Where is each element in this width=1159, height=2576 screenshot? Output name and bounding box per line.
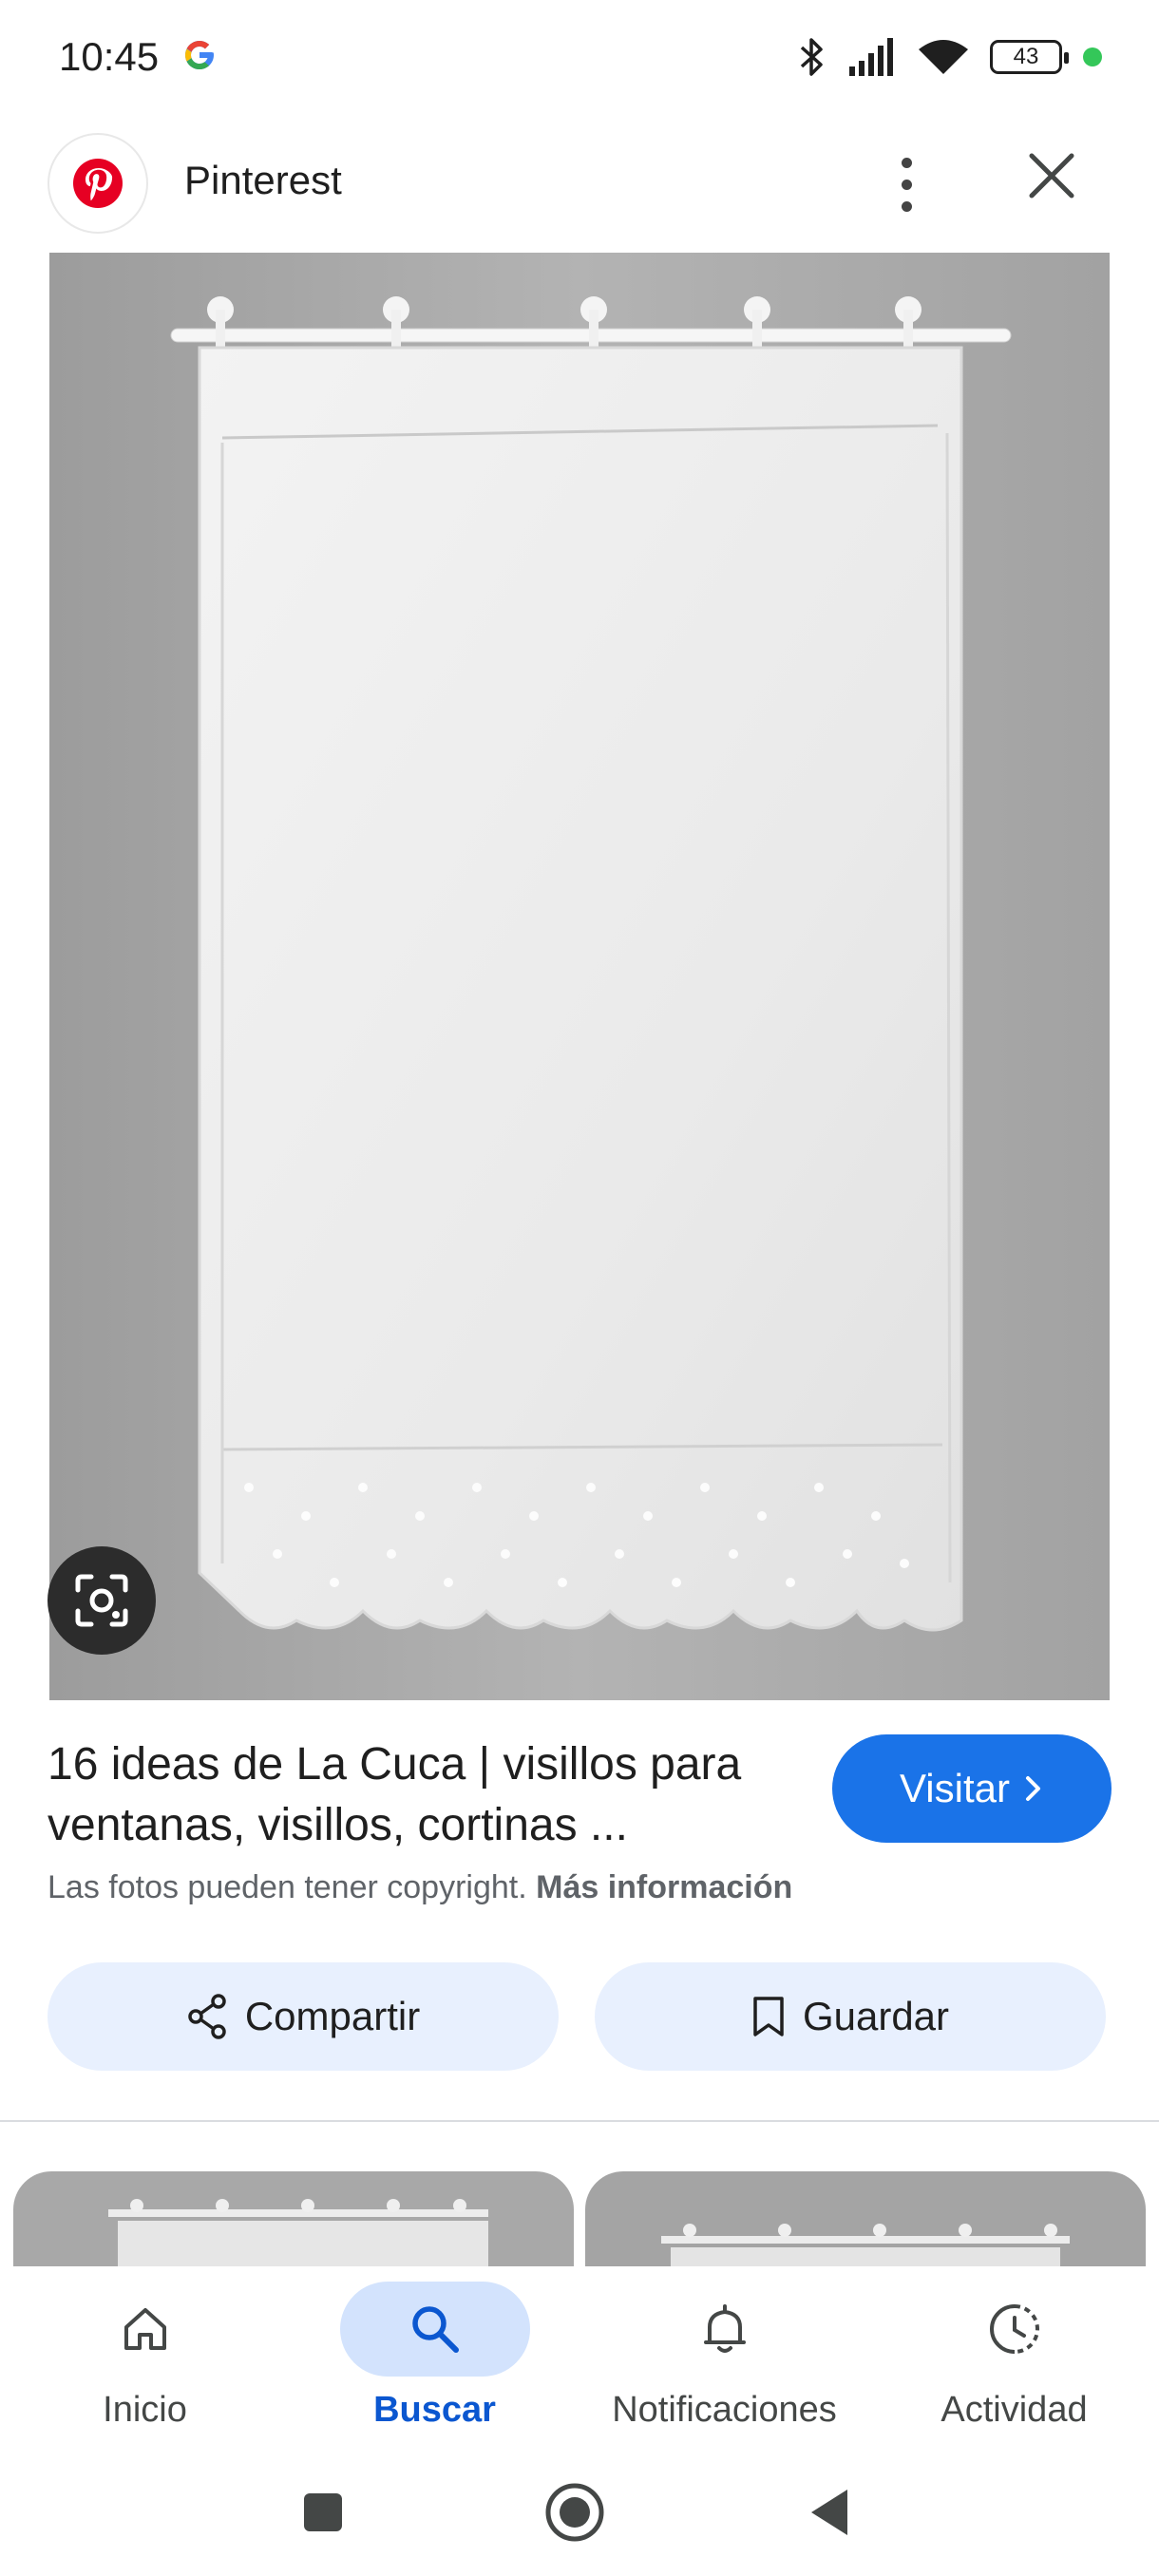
battery-level: 43 [1013, 44, 1039, 69]
nav-label-actividad: Actividad [940, 2390, 1088, 2430]
bottom-navigation: Inicio Buscar Notificaciones Actividad [0, 2266, 1159, 2456]
lens-icon [75, 1574, 128, 1627]
nav-label-inicio: Inicio [103, 2390, 187, 2430]
bell-icon [703, 2304, 746, 2353]
more-vert-icon[interactable] [884, 146, 929, 222]
copyright-note: Las fotos pueden tener copyright. Más in… [48, 1869, 792, 1906]
privacy-dot [1083, 47, 1102, 66]
nav-item-inicio[interactable]: Inicio [0, 2266, 290, 2456]
save-button[interactable]: Guardar [595, 1962, 1106, 2071]
bluetooth-icon [800, 38, 823, 76]
back-triangle-icon[interactable] [796, 2479, 863, 2546]
signal-icon [849, 38, 893, 76]
close-icon[interactable] [1024, 148, 1079, 203]
share-label: Compartir [244, 1994, 421, 2038]
nav-item-actividad[interactable]: Actividad [869, 2266, 1159, 2456]
bookmark-icon [753, 1997, 784, 2036]
status-icons: 43 [798, 34, 1102, 80]
pinterest-logo[interactable] [48, 133, 148, 234]
system-navigation-bar [0, 2460, 1159, 2555]
nav-item-buscar[interactable]: Buscar [290, 2266, 580, 2456]
pinterest-icon [73, 159, 123, 208]
section-divider [0, 2120, 1159, 2122]
result-image[interactable] [49, 253, 1110, 1700]
save-label: Guardar [802, 1994, 950, 2038]
nav-item-notificaciones[interactable]: Notificaciones [580, 2266, 869, 2456]
curtain-photo [49, 253, 1110, 1700]
status-bar: 10:45 43 [0, 0, 1159, 114]
visit-label: Visitar [900, 1766, 1010, 1810]
battery-icon: 43 [990, 40, 1069, 74]
search-icon [411, 2306, 459, 2353]
recents-square-icon[interactable] [290, 2479, 356, 2546]
nav-label-buscar: Buscar [373, 2390, 496, 2430]
result-title[interactable]: 16 ideas de La Cuca | visillos para vent… [48, 1734, 808, 1856]
more-info-link[interactable]: Más información [536, 1869, 792, 1905]
viewer-header: Pinterest [0, 123, 1159, 247]
wifi-icon [919, 40, 968, 74]
chevron-right-icon [1025, 1776, 1040, 1801]
share-icon [188, 1994, 226, 2039]
visit-button[interactable]: Visitar [832, 1734, 1112, 1843]
status-time: 10:45 [59, 34, 160, 79]
home-icon [124, 2308, 166, 2350]
copyright-text: Las fotos pueden tener copyright. [48, 1869, 527, 1905]
nav-label-notificaciones: Notificaciones [612, 2390, 837, 2430]
google-lens-button[interactable] [48, 1546, 156, 1655]
google-g-icon [185, 41, 214, 69]
activity-icon [989, 2304, 1039, 2354]
home-circle-icon[interactable] [542, 2479, 608, 2546]
share-button[interactable]: Compartir [48, 1962, 559, 2071]
source-name[interactable]: Pinterest [184, 158, 342, 203]
